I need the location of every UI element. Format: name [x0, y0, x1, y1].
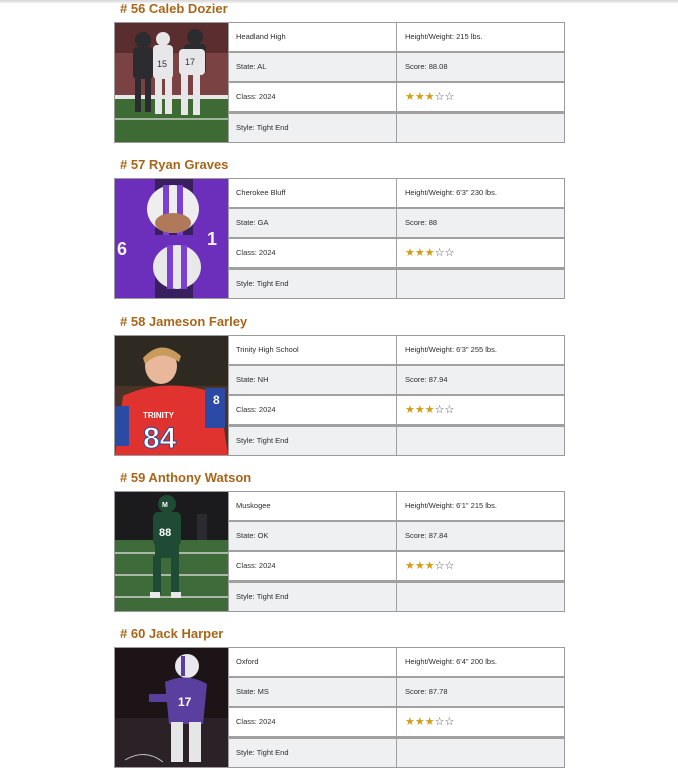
state-cell: State: AL: [229, 53, 396, 81]
state-cell: State: MS: [229, 678, 396, 706]
player-card: 17 Oxford Height/Weight: 6'4" 200 lbs. S…: [114, 647, 565, 768]
star-empty-icon: ☆: [434, 91, 445, 103]
class-cell: Class: 2024: [229, 83, 396, 111]
star-filled-icon: ★: [424, 91, 435, 103]
star-empty-icon: ☆: [444, 247, 455, 259]
star-filled-icon: ★: [424, 404, 435, 416]
height-weight-cell: Height/Weight: 6'4" 200 lbs.: [397, 648, 564, 676]
player-title: # 58 Jameson Farley: [120, 314, 248, 329]
svg-text:84: 84: [143, 422, 177, 455]
style-cell: Style: Tight End: [229, 739, 396, 767]
star-filled-icon: ★: [405, 91, 415, 103]
player-card: TRINITY 84 8 Trinity High School Height/…: [114, 335, 565, 456]
star-empty-icon: ☆: [434, 560, 445, 572]
star-filled-icon: ★: [405, 247, 415, 259]
player-photo: 17: [115, 648, 228, 767]
player-photo: TRINITY 84 8: [115, 336, 228, 455]
player-title: # 57 Ryan Graves: [120, 157, 229, 172]
star-filled-icon: ★: [405, 716, 415, 728]
empty-cell: [397, 583, 564, 611]
star-filled-icon: ★: [414, 247, 425, 259]
style-cell: Style: Tight End: [229, 114, 396, 142]
style-cell: Style: Tight End: [229, 270, 396, 298]
star-filled-icon: ★: [414, 91, 425, 103]
score-cell: Score: 88: [397, 209, 564, 237]
star-filled-icon: ★: [414, 404, 425, 416]
star-filled-icon: ★: [424, 716, 435, 728]
player-title: # 60 Jack Harper: [120, 626, 224, 641]
star-rating: ★★★☆☆: [397, 396, 564, 424]
empty-cell: [397, 739, 564, 767]
star-empty-icon: ☆: [444, 404, 455, 416]
style-cell: Style: Tight End: [229, 427, 396, 455]
player-photo: 15 17: [115, 23, 228, 142]
player-photo: 6 1: [115, 179, 228, 298]
school-cell: Trinity High School: [229, 336, 396, 364]
svg-text:6: 6: [117, 239, 127, 259]
star-rating: ★★★☆☆: [397, 708, 564, 736]
svg-text:M: M: [162, 502, 168, 509]
class-cell: Class: 2024: [229, 396, 396, 424]
star-empty-icon: ☆: [434, 716, 445, 728]
svg-text:17: 17: [178, 695, 192, 709]
player-title: # 56 Caleb Dozier: [120, 1, 228, 16]
svg-text:TRINITY: TRINITY: [143, 411, 175, 420]
star-rating: ★★★☆☆: [397, 83, 564, 111]
score-cell: Score: 88.08: [397, 53, 564, 81]
svg-text:15: 15: [157, 59, 167, 69]
height-weight-cell: Height/Weight: 6'1" 215 lbs.: [397, 492, 564, 520]
empty-cell: [397, 427, 564, 455]
class-cell: Class: 2024: [229, 239, 396, 267]
player-card: 6 1 Cherokee Bluff Height/Weight: 6'3" 2…: [114, 178, 565, 299]
star-empty-icon: ☆: [434, 404, 445, 416]
star-filled-icon: ★: [414, 560, 425, 572]
school-cell: Headland High: [229, 23, 396, 51]
star-filled-icon: ★: [424, 247, 435, 259]
star-filled-icon: ★: [424, 560, 435, 572]
score-cell: Score: 87.78: [397, 678, 564, 706]
star-filled-icon: ★: [405, 560, 415, 572]
player-card: 15 17 Headland High Height/Weight: 215 l…: [114, 22, 565, 143]
school-cell: Cherokee Bluff: [229, 179, 396, 207]
height-weight-cell: Height/Weight: 215 lbs.: [397, 23, 564, 51]
star-empty-icon: ☆: [434, 247, 445, 259]
player-photo: M 88: [115, 492, 228, 611]
state-cell: State: OK: [229, 522, 396, 550]
svg-text:8: 8: [213, 393, 220, 407]
height-weight-cell: Height/Weight: 6'3" 230 lbs.: [397, 179, 564, 207]
player-title: # 59 Anthony Watson: [120, 470, 252, 485]
score-cell: Score: 87.94: [397, 366, 564, 394]
star-filled-icon: ★: [414, 716, 425, 728]
star-filled-icon: ★: [405, 404, 415, 416]
star-rating: ★★★☆☆: [397, 552, 564, 580]
state-cell: State: NH: [229, 366, 396, 394]
svg-text:1: 1: [207, 229, 217, 249]
star-empty-icon: ☆: [444, 560, 455, 572]
top-rule: [0, 0, 678, 3]
height-weight-cell: Height/Weight: 6'3" 255 lbs.: [397, 336, 564, 364]
school-cell: Oxford: [229, 648, 396, 676]
class-cell: Class: 2024: [229, 708, 396, 736]
svg-text:88: 88: [159, 527, 171, 539]
class-cell: Class: 2024: [229, 552, 396, 580]
style-cell: Style: Tight End: [229, 583, 396, 611]
state-cell: State: GA: [229, 209, 396, 237]
svg-text:17: 17: [185, 57, 195, 67]
score-cell: Score: 87.84: [397, 522, 564, 550]
school-cell: Muskogee: [229, 492, 396, 520]
empty-cell: [397, 270, 564, 298]
star-empty-icon: ☆: [444, 716, 455, 728]
empty-cell: [397, 114, 564, 142]
player-card: M 88 Muskogee Height/Weight: 6'1" 215 lb…: [114, 491, 565, 612]
star-empty-icon: ☆: [444, 91, 455, 103]
star-rating: ★★★☆☆: [397, 239, 564, 267]
